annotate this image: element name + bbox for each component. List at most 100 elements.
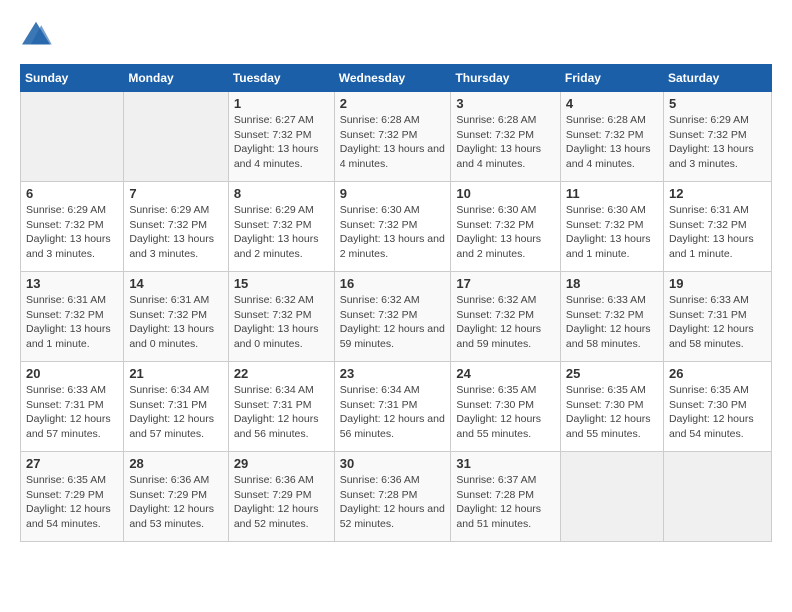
calendar-week-2: 6 Sunrise: 6:29 AM Sunset: 7:32 PM Daylig…	[21, 182, 772, 272]
day-info: Sunrise: 6:33 AM Sunset: 7:32 PM Dayligh…	[566, 293, 658, 352]
day-number: 1	[234, 96, 329, 111]
day-info: Sunrise: 6:34 AM Sunset: 7:31 PM Dayligh…	[129, 383, 222, 442]
day-number: 9	[340, 186, 446, 201]
day-number: 15	[234, 276, 329, 291]
day-info: Sunrise: 6:34 AM Sunset: 7:31 PM Dayligh…	[234, 383, 329, 442]
day-info: Sunrise: 6:32 AM Sunset: 7:32 PM Dayligh…	[340, 293, 446, 352]
weekday-header-tuesday: Tuesday	[228, 65, 334, 92]
day-info: Sunrise: 6:33 AM Sunset: 7:31 PM Dayligh…	[26, 383, 118, 442]
day-number: 12	[669, 186, 766, 201]
day-info: Sunrise: 6:29 AM Sunset: 7:32 PM Dayligh…	[26, 203, 118, 262]
calendar-cell: 19 Sunrise: 6:33 AM Sunset: 7:31 PM Dayli…	[663, 272, 771, 362]
day-info: Sunrise: 6:33 AM Sunset: 7:31 PM Dayligh…	[669, 293, 766, 352]
calendar-cell: 31 Sunrise: 6:37 AM Sunset: 7:28 PM Dayli…	[451, 452, 561, 542]
day-info: Sunrise: 6:28 AM Sunset: 7:32 PM Dayligh…	[456, 113, 555, 172]
calendar-cell: 18 Sunrise: 6:33 AM Sunset: 7:32 PM Dayli…	[560, 272, 663, 362]
calendar-cell: 11 Sunrise: 6:30 AM Sunset: 7:32 PM Dayli…	[560, 182, 663, 272]
calendar-cell: 21 Sunrise: 6:34 AM Sunset: 7:31 PM Dayli…	[124, 362, 228, 452]
day-info: Sunrise: 6:32 AM Sunset: 7:32 PM Dayligh…	[456, 293, 555, 352]
day-info: Sunrise: 6:31 AM Sunset: 7:32 PM Dayligh…	[669, 203, 766, 262]
day-info: Sunrise: 6:35 AM Sunset: 7:30 PM Dayligh…	[456, 383, 555, 442]
calendar-cell: 7 Sunrise: 6:29 AM Sunset: 7:32 PM Daylig…	[124, 182, 228, 272]
calendar-cell: 23 Sunrise: 6:34 AM Sunset: 7:31 PM Dayli…	[334, 362, 451, 452]
day-info: Sunrise: 6:30 AM Sunset: 7:32 PM Dayligh…	[340, 203, 446, 262]
day-number: 6	[26, 186, 118, 201]
day-number: 26	[669, 366, 766, 381]
calendar-week-1: 1 Sunrise: 6:27 AM Sunset: 7:32 PM Daylig…	[21, 92, 772, 182]
day-number: 23	[340, 366, 446, 381]
day-info: Sunrise: 6:36 AM Sunset: 7:28 PM Dayligh…	[340, 473, 446, 532]
calendar-week-5: 27 Sunrise: 6:35 AM Sunset: 7:29 PM Dayli…	[21, 452, 772, 542]
day-number: 28	[129, 456, 222, 471]
day-info: Sunrise: 6:31 AM Sunset: 7:32 PM Dayligh…	[129, 293, 222, 352]
day-number: 27	[26, 456, 118, 471]
day-info: Sunrise: 6:35 AM Sunset: 7:30 PM Dayligh…	[566, 383, 658, 442]
calendar-cell: 20Sunrise: 6:33 AM Sunset: 7:31 PM Dayli…	[21, 362, 124, 452]
calendar-cell	[663, 452, 771, 542]
calendar-cell	[124, 92, 228, 182]
day-number: 16	[340, 276, 446, 291]
calendar-cell: 13Sunrise: 6:31 AM Sunset: 7:32 PM Dayli…	[21, 272, 124, 362]
weekday-header-thursday: Thursday	[451, 65, 561, 92]
day-info: Sunrise: 6:31 AM Sunset: 7:32 PM Dayligh…	[26, 293, 118, 352]
day-info: Sunrise: 6:32 AM Sunset: 7:32 PM Dayligh…	[234, 293, 329, 352]
day-number: 14	[129, 276, 222, 291]
logo-icon	[20, 20, 52, 48]
day-number: 2	[340, 96, 446, 111]
day-number: 17	[456, 276, 555, 291]
day-info: Sunrise: 6:29 AM Sunset: 7:32 PM Dayligh…	[129, 203, 222, 262]
day-number: 19	[669, 276, 766, 291]
calendar-table: SundayMondayTuesdayWednesdayThursdayFrid…	[20, 64, 772, 542]
calendar-header: SundayMondayTuesdayWednesdayThursdayFrid…	[21, 65, 772, 92]
day-number: 11	[566, 186, 658, 201]
calendar-cell: 5 Sunrise: 6:29 AM Sunset: 7:32 PM Daylig…	[663, 92, 771, 182]
day-number: 21	[129, 366, 222, 381]
day-info: Sunrise: 6:29 AM Sunset: 7:32 PM Dayligh…	[234, 203, 329, 262]
calendar-body: 1 Sunrise: 6:27 AM Sunset: 7:32 PM Daylig…	[21, 92, 772, 542]
page-header	[20, 20, 772, 48]
calendar-cell: 4 Sunrise: 6:28 AM Sunset: 7:32 PM Daylig…	[560, 92, 663, 182]
day-info: Sunrise: 6:36 AM Sunset: 7:29 PM Dayligh…	[129, 473, 222, 532]
day-number: 7	[129, 186, 222, 201]
weekday-header-saturday: Saturday	[663, 65, 771, 92]
calendar-cell: 9 Sunrise: 6:30 AM Sunset: 7:32 PM Daylig…	[334, 182, 451, 272]
weekday-header-friday: Friday	[560, 65, 663, 92]
day-info: Sunrise: 6:35 AM Sunset: 7:29 PM Dayligh…	[26, 473, 118, 532]
calendar-cell: 30 Sunrise: 6:36 AM Sunset: 7:28 PM Dayli…	[334, 452, 451, 542]
day-number: 3	[456, 96, 555, 111]
calendar-cell: 17 Sunrise: 6:32 AM Sunset: 7:32 PM Dayli…	[451, 272, 561, 362]
calendar-cell: 10Sunrise: 6:30 AM Sunset: 7:32 PM Dayli…	[451, 182, 561, 272]
day-info: Sunrise: 6:28 AM Sunset: 7:32 PM Dayligh…	[566, 113, 658, 172]
day-number: 24	[456, 366, 555, 381]
day-info: Sunrise: 6:27 AM Sunset: 7:32 PM Dayligh…	[234, 113, 329, 172]
day-number: 31	[456, 456, 555, 471]
calendar-cell: 2 Sunrise: 6:28 AM Sunset: 7:32 PM Daylig…	[334, 92, 451, 182]
day-number: 5	[669, 96, 766, 111]
day-info: Sunrise: 6:37 AM Sunset: 7:28 PM Dayligh…	[456, 473, 555, 532]
calendar-cell: 14 Sunrise: 6:31 AM Sunset: 7:32 PM Dayli…	[124, 272, 228, 362]
day-number: 30	[340, 456, 446, 471]
logo	[20, 20, 54, 48]
day-info: Sunrise: 6:29 AM Sunset: 7:32 PM Dayligh…	[669, 113, 766, 172]
calendar-cell: 29 Sunrise: 6:36 AM Sunset: 7:29 PM Dayli…	[228, 452, 334, 542]
day-number: 25	[566, 366, 658, 381]
day-number: 29	[234, 456, 329, 471]
calendar-cell: 6 Sunrise: 6:29 AM Sunset: 7:32 PM Daylig…	[21, 182, 124, 272]
calendar-cell: 26 Sunrise: 6:35 AM Sunset: 7:30 PM Dayli…	[663, 362, 771, 452]
calendar-cell: 8Sunrise: 6:29 AM Sunset: 7:32 PM Daylig…	[228, 182, 334, 272]
day-number: 4	[566, 96, 658, 111]
day-number: 18	[566, 276, 658, 291]
calendar-cell: 25 Sunrise: 6:35 AM Sunset: 7:30 PM Dayli…	[560, 362, 663, 452]
day-info: Sunrise: 6:35 AM Sunset: 7:30 PM Dayligh…	[669, 383, 766, 442]
calendar-cell: 16 Sunrise: 6:32 AM Sunset: 7:32 PM Dayli…	[334, 272, 451, 362]
calendar-cell: 12 Sunrise: 6:31 AM Sunset: 7:32 PM Dayli…	[663, 182, 771, 272]
calendar-cell: 24 Sunrise: 6:35 AM Sunset: 7:30 PM Dayli…	[451, 362, 561, 452]
day-info: Sunrise: 6:36 AM Sunset: 7:29 PM Dayligh…	[234, 473, 329, 532]
day-info: Sunrise: 6:30 AM Sunset: 7:32 PM Dayligh…	[566, 203, 658, 262]
calendar-cell: 3 Sunrise: 6:28 AM Sunset: 7:32 PM Daylig…	[451, 92, 561, 182]
calendar-cell: 28 Sunrise: 6:36 AM Sunset: 7:29 PM Dayli…	[124, 452, 228, 542]
calendar-cell: 15 Sunrise: 6:32 AM Sunset: 7:32 PM Dayli…	[228, 272, 334, 362]
day-info: Sunrise: 6:28 AM Sunset: 7:32 PM Dayligh…	[340, 113, 446, 172]
day-info: Sunrise: 6:34 AM Sunset: 7:31 PM Dayligh…	[340, 383, 446, 442]
calendar-cell	[21, 92, 124, 182]
